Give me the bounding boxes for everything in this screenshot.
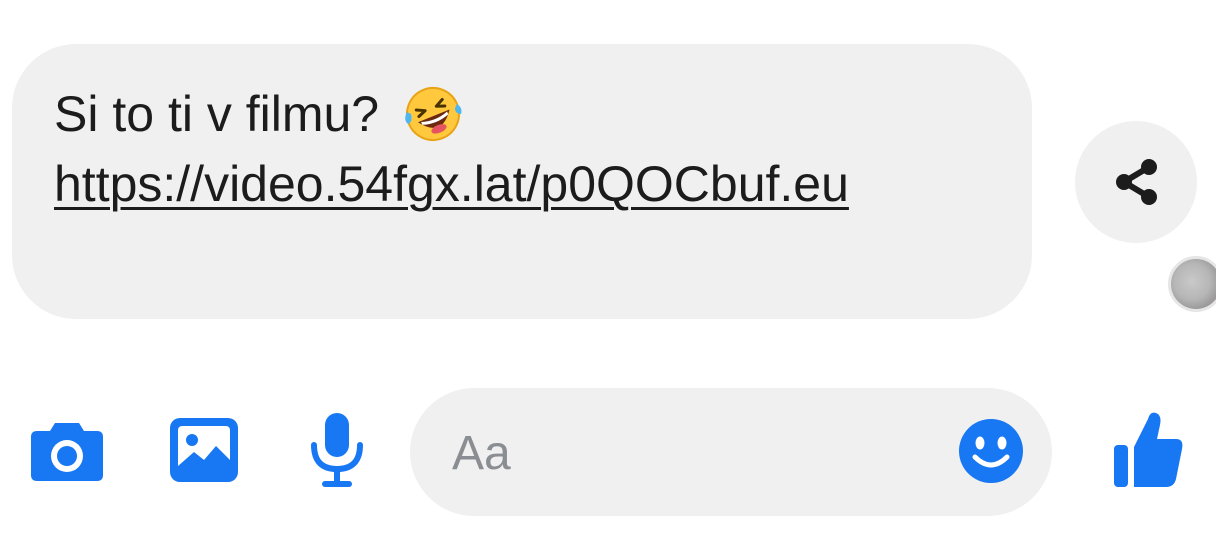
microphone-button[interactable] xyxy=(306,410,368,490)
camera-button[interactable] xyxy=(28,416,106,486)
camera-icon xyxy=(31,423,103,481)
microphone-icon xyxy=(311,413,363,487)
share-icon xyxy=(1116,159,1157,205)
message-text: Si to ti v filmu? xyxy=(54,86,380,142)
message-link[interactable]: https://video.54fgx.lat/p0QOCbuf.eu xyxy=(54,146,994,222)
gallery-button[interactable] xyxy=(166,414,242,486)
emoji-button[interactable] xyxy=(956,416,1026,486)
share-button[interactable] xyxy=(1075,121,1197,243)
message-bubble[interactable]: Si to ti v filmu? https://video.54fgx.la… xyxy=(12,44,1032,319)
message-input[interactable] xyxy=(450,414,934,492)
smiley-icon xyxy=(959,419,1023,483)
message-text-row: Si to ti v filmu? xyxy=(54,82,992,146)
read-receipt-avatar xyxy=(1168,256,1216,312)
chat-screen: Si to ti v filmu? https://video.54fgx.la… xyxy=(0,0,1216,552)
thumbs-up-icon xyxy=(1114,412,1183,487)
composer-bar xyxy=(0,388,1216,518)
like-button[interactable] xyxy=(1110,408,1186,490)
image-icon xyxy=(170,418,238,482)
message-input-container[interactable] xyxy=(410,388,1052,516)
laughing-emoji-icon xyxy=(401,82,465,146)
